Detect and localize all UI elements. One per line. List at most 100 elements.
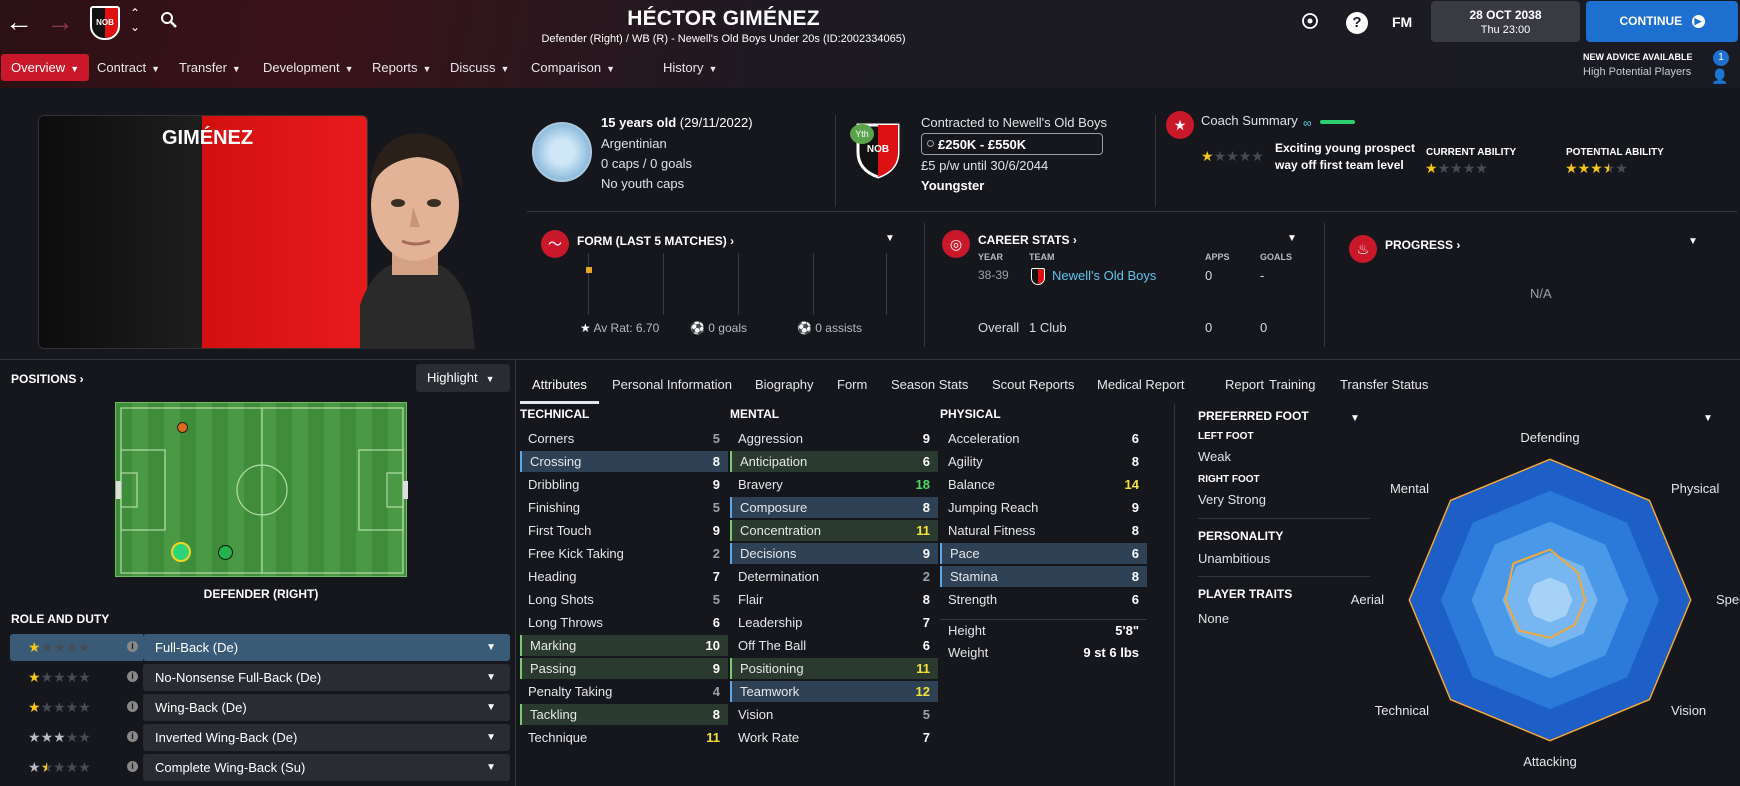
player-traits-value: None	[1198, 611, 1230, 626]
attribute-row[interactable]: Pace 6	[940, 543, 1147, 564]
menu-reports[interactable]: Reports ▼	[362, 54, 441, 81]
top-bar: ← → NOB ⌃ ⌄ HÉCTOR GIMÉNEZ Defender (Righ…	[0, 0, 1740, 88]
role-row[interactable]: ★★★★★ i Complete Wing-Back (Su) ▼	[10, 754, 510, 781]
progress-expand-icon[interactable]: ▼	[1688, 236, 1698, 247]
attribute-value: 8	[712, 707, 720, 722]
attribute-row[interactable]: Finishing 5	[520, 497, 728, 518]
menu-overview[interactable]: Overview ▼	[1, 54, 90, 81]
attribute-row[interactable]: Positioning 11	[730, 658, 938, 679]
attribute-row[interactable]: Acceleration 6	[940, 428, 1147, 449]
info-icon[interactable]: i	[127, 761, 138, 772]
highlight-dropdown[interactable]: Highlight ▼	[416, 364, 510, 392]
attribute-value: 5	[712, 500, 720, 515]
attribute-row[interactable]: Long Shots 5	[520, 589, 728, 610]
help-icon[interactable]: ?	[1346, 12, 1368, 34]
form-title[interactable]: FORM (LAST 5 MATCHES) ›	[577, 234, 734, 248]
career-title[interactable]: CAREER STATS ›	[978, 233, 1077, 247]
role-row[interactable]: ★★★★★ i Inverted Wing-Back (De) ▼	[10, 724, 510, 751]
info-icon[interactable]: i	[127, 701, 138, 712]
attribute-row[interactable]: Stamina 8	[940, 566, 1147, 587]
role-row[interactable]: ★★★★★ i Full-Back (De) ▼	[10, 634, 510, 661]
attribute-row[interactable]: Tackling 8	[520, 704, 728, 725]
tab-biography[interactable]: Biography	[743, 374, 826, 404]
attribute-radar-chart	[1408, 458, 1692, 742]
attribute-row[interactable]: Aggression 9	[730, 428, 938, 449]
attribute-row[interactable]: Crossing 8	[520, 451, 728, 472]
menu-contract[interactable]: Contract ▼	[87, 54, 170, 81]
attribute-row[interactable]: Anticipation 6	[730, 451, 938, 472]
role-name: Full-Back (De)	[143, 634, 510, 661]
tab-season-stats[interactable]: Season Stats	[879, 374, 980, 404]
career-row-team[interactable]: Newell's Old Boys	[1052, 268, 1156, 283]
svg-text:NOB: NOB	[867, 144, 889, 155]
role-row[interactable]: ★★★★★ i Wing-Back (De) ▼	[10, 694, 510, 721]
attribute-row[interactable]: Corners 5	[520, 428, 728, 449]
attribute-row[interactable]: Work Rate 7	[730, 727, 938, 748]
menu-transfer[interactable]: Transfer ▼	[169, 54, 251, 81]
attribute-row[interactable]: Penalty Taking 4	[520, 681, 728, 702]
menu-development[interactable]: Development ▼	[253, 54, 364, 81]
attribute-row[interactable]: Leadership 7	[730, 612, 938, 633]
attribute-row[interactable]: Determination 2	[730, 566, 938, 587]
tab-transfer-status[interactable]: Transfer Status	[1328, 374, 1440, 404]
tab-personal-information[interactable]: Personal Information	[600, 374, 744, 404]
personality-value: Unambitious	[1198, 551, 1271, 566]
tab-training[interactable]: Training	[1257, 374, 1327, 404]
chevron-down-icon[interactable]: ▼	[486, 694, 496, 721]
positions-title[interactable]: POSITIONS ›	[11, 372, 84, 386]
tab-medical-report[interactable]: Medical Report	[1085, 374, 1196, 404]
attribute-row[interactable]: First Touch 9	[520, 520, 728, 541]
menu-discuss[interactable]: Discuss ▼	[440, 54, 519, 81]
continue-button[interactable]: CONTINUE ▶	[1586, 1, 1738, 42]
attribute-row[interactable]: Marking 10	[520, 635, 728, 656]
attribute-row[interactable]: Free Kick Taking 2	[520, 543, 728, 564]
attribute-name: First Touch	[528, 523, 592, 538]
radar-expand-icon[interactable]: ▼	[1703, 413, 1713, 424]
form-expand-icon[interactable]: ▼	[885, 233, 895, 244]
progress-title[interactable]: PROGRESS ›	[1385, 238, 1460, 252]
career-col-team: TEAM	[1029, 252, 1055, 262]
attribute-row[interactable]: Decisions 9	[730, 543, 938, 564]
chevron-down-icon[interactable]: ▼	[486, 634, 496, 661]
attribute-row[interactable]: Technique 11	[520, 727, 728, 748]
info-icon[interactable]: i	[127, 671, 138, 682]
role-row[interactable]: ★★★★★ i No-Nonsense Full-Back (De) ▼	[10, 664, 510, 691]
chevron-down-icon[interactable]: ▼	[486, 664, 496, 691]
social-feed-icon[interactable]	[1300, 12, 1320, 35]
attribute-row[interactable]: Vision 5	[730, 704, 938, 725]
attribute-row[interactable]: Agility 8	[940, 451, 1147, 472]
fm-logo[interactable]: FM	[1392, 14, 1412, 30]
attribute-row[interactable]: Balance 14	[940, 474, 1147, 495]
role-stars: ★★★★★	[28, 759, 91, 775]
info-icon[interactable]: i	[127, 641, 138, 652]
chevron-down-icon[interactable]: ▼	[486, 724, 496, 751]
attribute-row[interactable]: Flair 8	[730, 589, 938, 610]
date-display[interactable]: 28 OCT 2038 Thu 23:00	[1431, 1, 1580, 42]
tab-attributes[interactable]: Attributes	[520, 374, 599, 404]
player-face-image	[360, 133, 475, 349]
attribute-row[interactable]: Long Throws 6	[520, 612, 728, 633]
attribute-row[interactable]: Natural Fitness 8	[940, 520, 1147, 541]
attribute-name: Determination	[738, 569, 819, 584]
attribute-row[interactable]: Composure 8	[730, 497, 938, 518]
preferred-foot-expand-icon[interactable]: ▼	[1350, 413, 1360, 424]
info-icon[interactable]: i	[127, 731, 138, 742]
attribute-row[interactable]: Passing 9	[520, 658, 728, 679]
attribute-row[interactable]: Strength 6	[940, 589, 1147, 610]
menu-history[interactable]: History ▼	[653, 54, 727, 81]
attribute-row[interactable]: Concentration 11	[730, 520, 938, 541]
attribute-row[interactable]: Bravery 18	[730, 474, 938, 495]
career-expand-icon[interactable]: ▼	[1287, 233, 1297, 244]
nation-flag-icon[interactable]	[532, 122, 592, 182]
attribute-row[interactable]: Heading 7	[520, 566, 728, 587]
attribute-row[interactable]: Dribbling 9	[520, 474, 728, 495]
attribute-row[interactable]: Off The Ball 6	[730, 635, 938, 656]
advice-notification[interactable]: NEW ADVICE AVAILABLE High Potential Play…	[1583, 50, 1733, 84]
tab-scout-reports[interactable]: Scout Reports	[980, 374, 1086, 404]
tab-form[interactable]: Form	[825, 374, 879, 404]
menu-comparison[interactable]: Comparison ▼	[521, 54, 625, 81]
physical-title: PHYSICAL	[940, 407, 1001, 421]
chevron-down-icon[interactable]: ▼	[486, 754, 496, 781]
attribute-row[interactable]: Jumping Reach 9	[940, 497, 1147, 518]
attribute-row[interactable]: Teamwork 12	[730, 681, 938, 702]
